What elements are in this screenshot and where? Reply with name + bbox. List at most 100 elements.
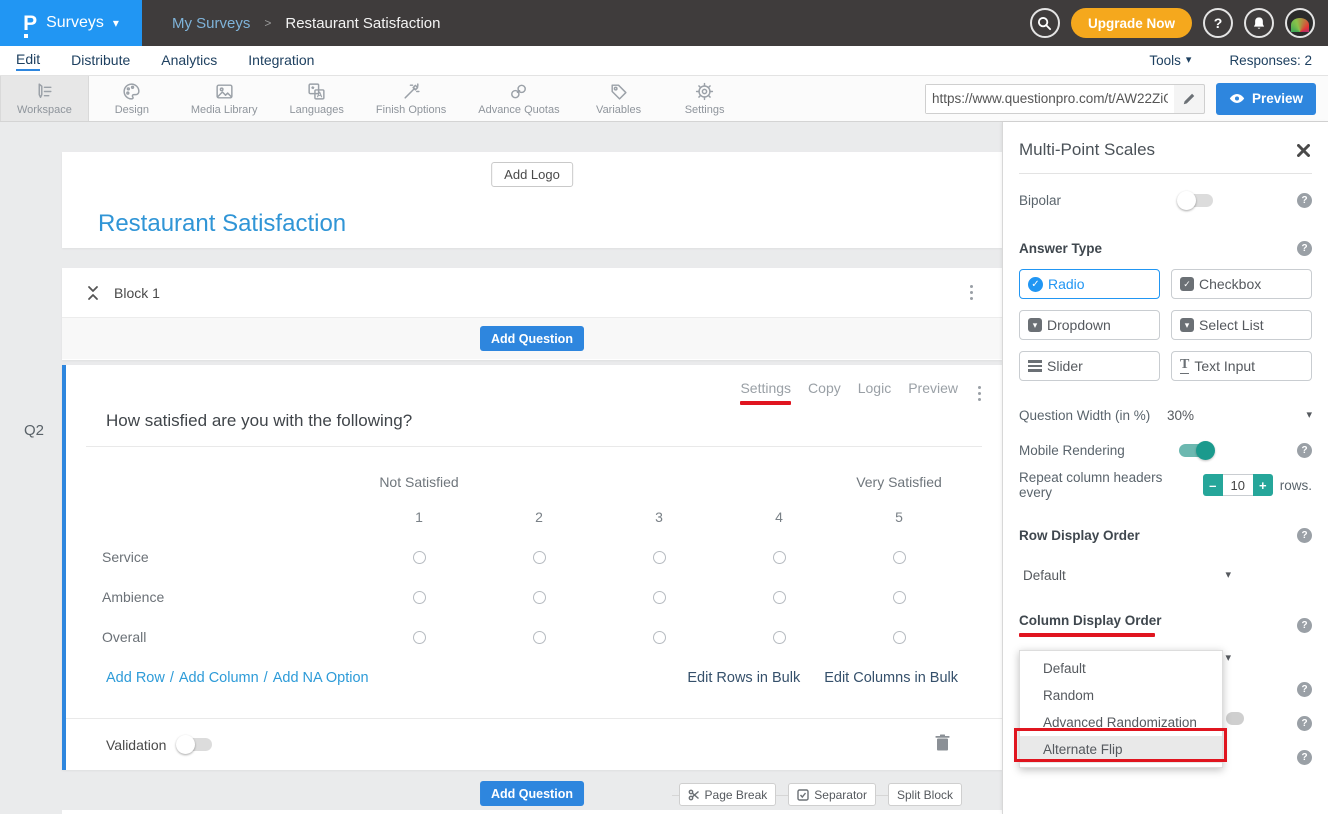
- radio-option[interactable]: [653, 551, 666, 564]
- search-icon: [1037, 16, 1052, 31]
- radio-option[interactable]: [533, 591, 546, 604]
- question-id-label: Q2: [24, 422, 44, 439]
- app-logo-menu[interactable]: P Surveys: [0, 0, 142, 46]
- dropdown-option-alternate-flip[interactable]: Alternate Flip: [1020, 736, 1222, 763]
- split-block-button[interactable]: Split Block: [888, 783, 962, 806]
- question-tab-settings[interactable]: Settings: [740, 380, 791, 405]
- radio-option[interactable]: [893, 551, 906, 564]
- answer-type-slider[interactable]: Slider: [1019, 351, 1160, 381]
- tab-distribute[interactable]: Distribute: [71, 52, 130, 70]
- validation-toggle[interactable]: [178, 738, 212, 751]
- collapse-block-button[interactable]: [86, 285, 100, 301]
- help-icon[interactable]: ?: [1297, 682, 1312, 697]
- add-question-button-top[interactable]: Add Question: [480, 326, 584, 351]
- responses-count[interactable]: Responses: 2: [1229, 53, 1312, 68]
- page-break-button[interactable]: Page Break: [679, 783, 777, 806]
- dropdown-option-advanced-randomization[interactable]: Advanced Randomization: [1020, 709, 1222, 736]
- add-na-option-link[interactable]: Add NA Option: [273, 670, 369, 686]
- add-question-button-bottom[interactable]: Add Question: [480, 781, 584, 806]
- toolbar-workspace[interactable]: Workspace: [0, 76, 89, 121]
- survey-title[interactable]: Restaurant Satisfaction: [98, 210, 346, 238]
- tab-edit[interactable]: Edit: [16, 51, 40, 71]
- chevron-down-icon[interactable]: [1306, 410, 1312, 421]
- answer-type-radio[interactable]: ✓ Radio: [1019, 269, 1160, 299]
- tools-menu[interactable]: Tools: [1149, 53, 1191, 68]
- help-icon[interactable]: ?: [1297, 716, 1312, 731]
- add-row-link[interactable]: Add Row: [106, 670, 165, 686]
- increment-button[interactable]: +: [1253, 474, 1273, 496]
- matrix-row-service: Service: [66, 537, 1002, 577]
- tab-integration[interactable]: Integration: [248, 52, 314, 70]
- toolbar-finish-options[interactable]: Finish Options: [360, 76, 462, 121]
- radio-option[interactable]: [533, 631, 546, 644]
- question-tab-copy[interactable]: Copy: [808, 380, 841, 396]
- repeat-headers-input[interactable]: [1223, 474, 1253, 496]
- tab-analytics[interactable]: Analytics: [161, 52, 217, 70]
- toolbar-advance-quotas[interactable]: Advance Quotas: [462, 76, 575, 121]
- toolbar-settings[interactable]: Settings: [662, 76, 748, 121]
- edit-url-button[interactable]: [1174, 92, 1204, 106]
- question-tab-preview[interactable]: Preview: [908, 380, 958, 396]
- toolbar-media-library[interactable]: Media Library: [175, 76, 274, 121]
- toolbar-variables[interactable]: Variables: [576, 76, 662, 121]
- validation-bar: Validation: [66, 718, 1002, 770]
- notifications-button[interactable]: [1244, 8, 1274, 38]
- breadcrumb-separator-icon: >: [264, 16, 271, 30]
- column-header: 1: [359, 509, 479, 525]
- radio-option[interactable]: [893, 591, 906, 604]
- help-button[interactable]: ?: [1203, 8, 1233, 38]
- question-width-value[interactable]: 30%: [1167, 408, 1194, 423]
- block-menu-button[interactable]: [967, 282, 976, 303]
- radio-option[interactable]: [413, 591, 426, 604]
- toolbar-languages[interactable]: *A Languages: [273, 76, 359, 121]
- question-text[interactable]: How satisfied are you with the following…: [106, 411, 1002, 431]
- radio-option[interactable]: [653, 591, 666, 604]
- add-logo-button[interactable]: Add Logo: [491, 162, 573, 187]
- delete-question-button[interactable]: [935, 734, 950, 756]
- question-menu-button[interactable]: [975, 383, 984, 404]
- preview-button[interactable]: Preview: [1216, 83, 1316, 115]
- breadcrumb-my-surveys[interactable]: My Surveys: [172, 15, 250, 32]
- toolbar-design[interactable]: Design: [89, 76, 175, 121]
- annotation-red-underline: [1019, 633, 1155, 637]
- dropdown-option-random[interactable]: Random: [1020, 682, 1222, 709]
- radio-option[interactable]: [773, 591, 786, 604]
- user-avatar[interactable]: [1285, 8, 1315, 38]
- question-tab-logic[interactable]: Logic: [858, 380, 891, 396]
- divider: [1019, 173, 1312, 174]
- bell-icon: [1252, 16, 1266, 31]
- bipolar-toggle[interactable]: [1179, 194, 1213, 207]
- upgrade-now-button[interactable]: Upgrade Now: [1071, 8, 1192, 38]
- radio-option[interactable]: [773, 551, 786, 564]
- radio-option[interactable]: [893, 631, 906, 644]
- help-icon[interactable]: ?: [1297, 618, 1312, 633]
- help-icon[interactable]: ?: [1297, 193, 1312, 208]
- radio-option[interactable]: [413, 631, 426, 644]
- add-column-link[interactable]: Add Column: [179, 670, 259, 686]
- answer-type-checkbox[interactable]: ✓ Checkbox: [1171, 269, 1312, 299]
- row-display-order-select[interactable]: Default: [1019, 563, 1231, 587]
- radio-option[interactable]: [773, 631, 786, 644]
- editor-toolbar: Workspace Design Media Library *A Langua…: [0, 76, 1328, 122]
- mobile-rendering-toggle[interactable]: [1179, 444, 1213, 457]
- edit-rows-in-bulk-link[interactable]: Edit Rows in Bulk: [687, 670, 800, 686]
- radio-option[interactable]: [413, 551, 426, 564]
- help-icon[interactable]: ?: [1297, 528, 1312, 543]
- radio-option[interactable]: [653, 631, 666, 644]
- help-icon[interactable]: ?: [1297, 241, 1312, 256]
- decrement-button[interactable]: –: [1203, 474, 1223, 496]
- radio-option[interactable]: [533, 551, 546, 564]
- close-sidebar-button[interactable]: [1295, 142, 1312, 159]
- block-title[interactable]: Block 1: [114, 285, 160, 301]
- search-button[interactable]: [1030, 8, 1060, 38]
- dropdown-option-default[interactable]: Default: [1020, 655, 1222, 682]
- edit-columns-in-bulk-link[interactable]: Edit Columns in Bulk: [824, 670, 958, 686]
- help-icon[interactable]: ?: [1297, 443, 1312, 458]
- help-icon[interactable]: ?: [1297, 750, 1312, 765]
- answer-type-dropdown[interactable]: ▾ Dropdown: [1019, 310, 1160, 340]
- question-tab-bar: Settings Copy Logic Preview: [740, 380, 984, 405]
- survey-url-input[interactable]: [926, 85, 1174, 113]
- answer-type-select-list[interactable]: ▾ Select List: [1171, 310, 1312, 340]
- separator-button[interactable]: Separator: [788, 783, 876, 806]
- answer-type-text-input[interactable]: T Text Input: [1171, 351, 1312, 381]
